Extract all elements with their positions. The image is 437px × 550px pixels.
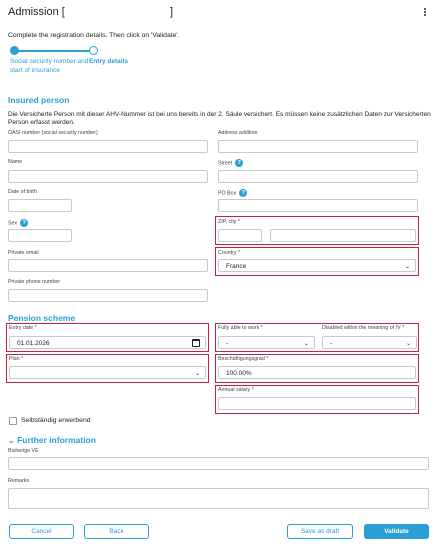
city-input[interactable] [270,229,416,242]
pobox-help-icon[interactable]: ? [239,189,248,197]
street-input[interactable] [218,170,418,183]
step-1-done-icon[interactable] [10,46,19,55]
country-label: Country * [218,250,241,256]
calendar-icon[interactable] [192,339,200,347]
page-title-close: ] [170,6,174,18]
dob-label: Date of birth [8,189,37,195]
private-email-label: Private email [8,250,39,256]
validate-button[interactable]: Validate [364,524,429,539]
previous-ve-input[interactable] [8,457,429,470]
step-2-current-icon[interactable] [89,46,98,55]
chevron-down-icon: ⌄ [303,341,309,347]
plan-label: Plan * [9,356,24,362]
oasi-label: OASI number (social security number) [8,130,98,136]
insured-note: Die Versicherte Person mit dieser AHV-Nu… [8,111,431,126]
instructions-text: Complete the registration details. Then … [8,32,180,39]
chevron-down-icon: ⌄ [405,341,411,347]
disabled-iv-value: - [330,340,333,347]
street-label: Street? [218,159,244,167]
stepper-connector [15,50,93,52]
page-title: Admission [ [8,6,65,18]
plan-select[interactable]: ⌄ [9,366,206,379]
self-employed-label: Selbständig erwerbend [21,417,91,424]
oasi-input[interactable] [8,140,208,153]
pobox-label: PO Box? [218,189,248,197]
grade-label: Beschäftigungsgrad * [218,356,269,362]
fully-able-select[interactable]: - ⌄ [218,336,315,349]
fully-able-value: - [226,340,229,347]
salary-input[interactable] [218,397,416,410]
step-1-label[interactable]: Social security number and start of insu… [10,58,90,75]
remarks-label: Remarks [8,478,30,484]
sex-help-icon[interactable]: ? [20,219,29,227]
salary-label: Annual salary * [218,387,254,393]
entry-date-value: 01.01.2026 [17,340,50,347]
insured-person-heading: Insured person [8,95,70,105]
entry-date-label: Entry date * [9,325,37,331]
previous-ve-label: Bisherige VE [8,448,39,454]
private-phone-label: Private phone number [8,279,61,285]
chevron-down-icon: ⌄ [194,371,200,377]
name-label: Name [8,159,23,165]
name-input[interactable] [8,170,208,183]
sex-label: Sex? [8,219,29,227]
grade-input[interactable]: 100.00% [218,366,416,379]
back-button[interactable]: Back [84,524,149,539]
more-options-icon[interactable] [424,8,428,17]
country-value: France [226,263,247,270]
pension-scheme-heading: Pension scheme [8,313,76,323]
country-select[interactable]: France ⌄ [218,259,416,272]
disabled-iv-label: Disabled within the meaning of IV * [322,325,405,331]
further-info-toggle[interactable]: ⌄ Further information [8,435,96,445]
address-addition-label: Address addition [218,130,258,136]
zip-city-label: ZIP, city * [218,219,240,225]
private-email-input[interactable] [8,259,208,272]
chevron-down-icon: ⌄ [404,264,410,270]
step-2-label[interactable]: Entry details [89,58,128,65]
entry-date-input[interactable]: 01.01.2026 [9,336,206,349]
save-draft-button[interactable]: Save as draft [287,524,353,539]
remarks-textarea[interactable] [8,488,429,509]
zip-input[interactable] [218,229,262,242]
street-help-icon[interactable]: ? [235,159,244,167]
dob-input[interactable] [8,199,72,212]
grade-value: 100.00% [226,370,252,377]
pobox-input[interactable] [218,199,418,212]
self-employed-checkbox[interactable] [9,417,17,425]
fully-able-label: Fully able to work * [218,325,263,331]
private-phone-input[interactable] [8,289,208,302]
sex-input[interactable] [8,229,72,242]
disabled-iv-select[interactable]: - ⌄ [322,336,417,349]
address-addition-input[interactable] [218,140,418,153]
cancel-button[interactable]: Cancel [9,524,74,539]
further-info-heading: Further information [17,435,96,445]
chevron-down-icon: ⌄ [8,436,15,445]
